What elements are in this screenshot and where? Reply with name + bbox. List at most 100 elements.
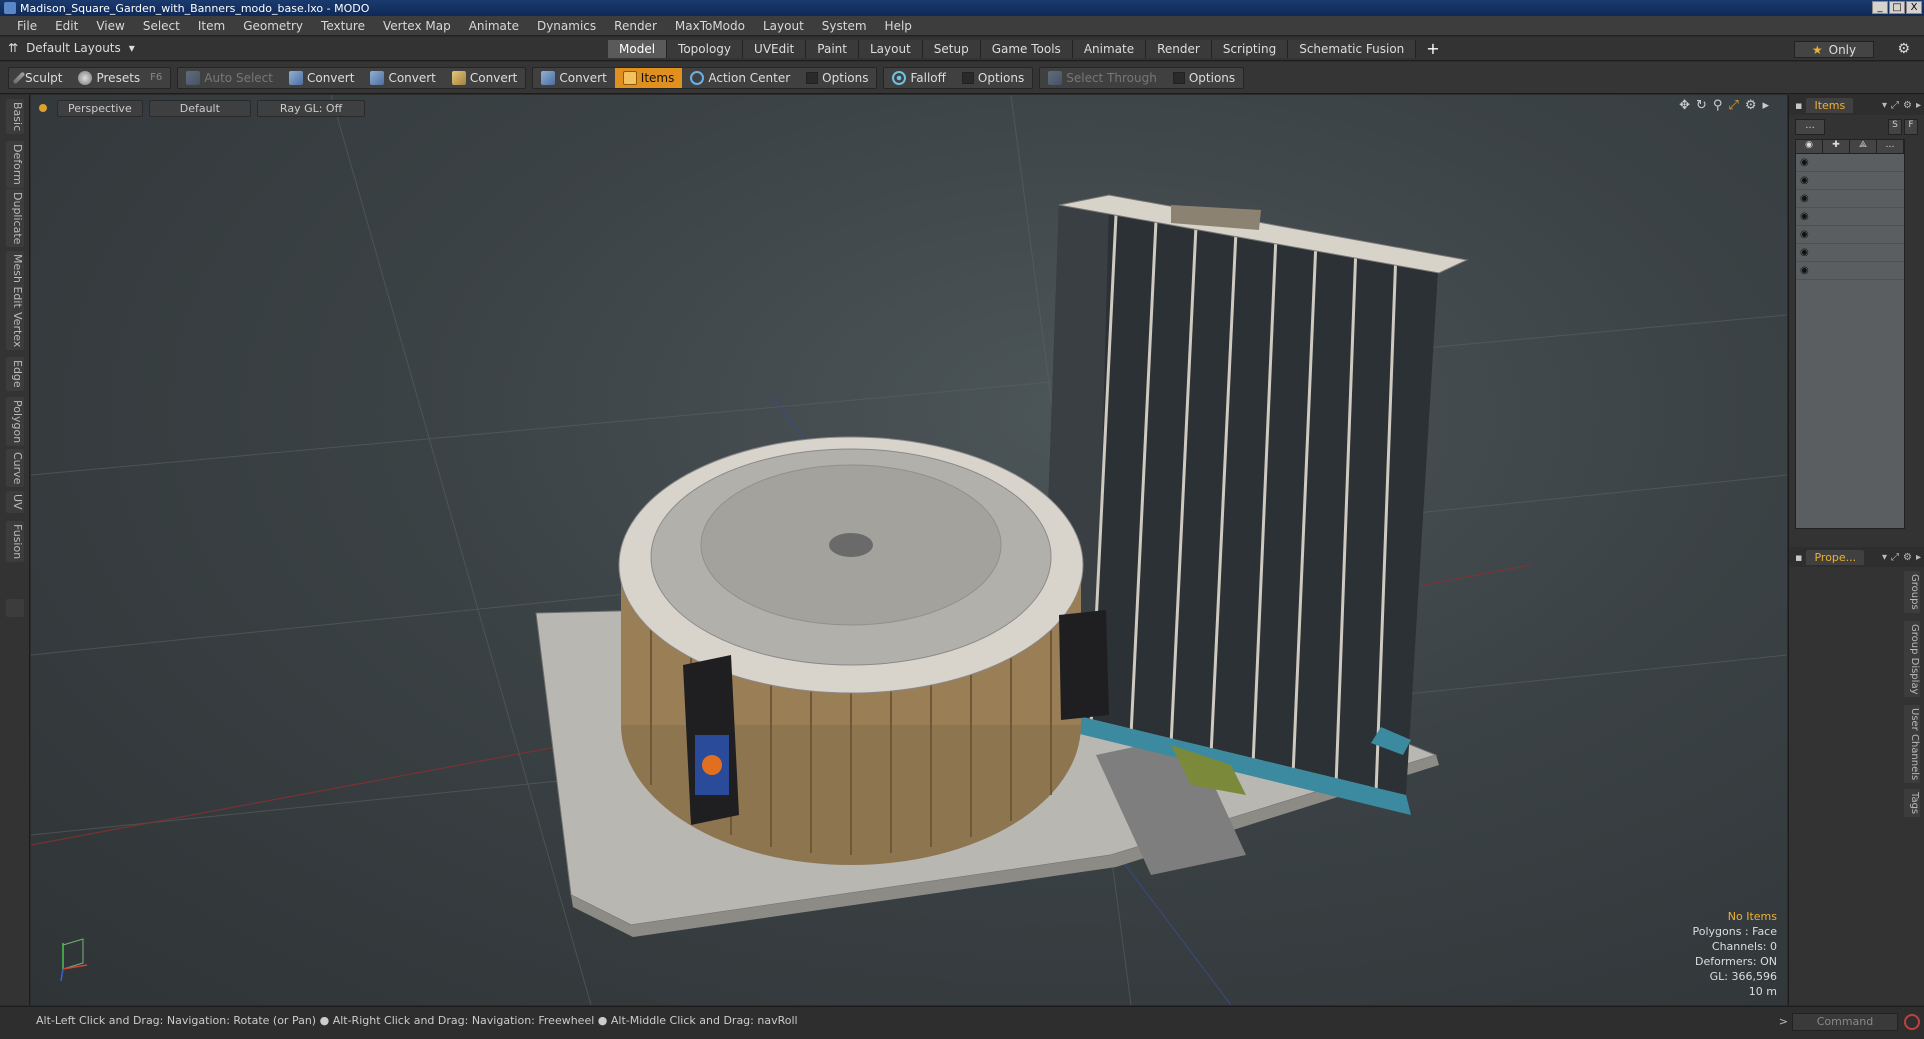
tab-polygon[interactable]: Polygon [6,397,24,447]
panel-menu-icon[interactable]: ▪ [1795,99,1802,112]
menu-select[interactable]: Select [134,19,189,33]
eye-icon[interactable]: ◉ [1800,211,1809,222]
list-item[interactable]: ◉ [1796,262,1904,280]
eye-icon[interactable]: ◉ [1800,193,1809,204]
tab-schematic-fusion[interactable]: Schematic Fusion [1288,40,1417,58]
list-item[interactable]: ◉ [1796,208,1904,226]
items-list[interactable]: ◉ ✚ ⟁ … ◉ ◉ ◉ ◉ ◉ ◉ ◉ [1795,139,1905,529]
falloff-options-button[interactable]: Options [954,68,1032,88]
more-columns-icon[interactable]: … [1877,140,1904,153]
list-item[interactable]: ◉ [1796,244,1904,262]
chevron-down-icon[interactable]: ▾ [1882,100,1887,111]
minimize-button[interactable]: _ [1872,1,1888,14]
sculpt-button[interactable]: Sculpt [9,68,70,88]
search-toggle[interactable]: S [1888,119,1902,135]
eye-icon[interactable]: ◉ [1800,157,1809,168]
auto-select-button[interactable]: Auto Select [178,68,281,88]
eye-icon[interactable]: ◉ [1800,247,1809,258]
panel-menu-icon[interactable]: ▪ [1795,551,1802,564]
menu-layout[interactable]: Layout [754,19,813,33]
menu-help[interactable]: Help [876,19,921,33]
action-center-options-button[interactable]: Options [798,68,876,88]
tab-render[interactable]: Render [1146,40,1212,58]
menu-edit[interactable]: Edit [46,19,87,33]
tab-deform[interactable]: Deform [6,141,24,188]
menu-vertex-map[interactable]: Vertex Map [374,19,460,33]
chevron-down-icon[interactable]: ▾ [1882,552,1887,563]
items-mode-button[interactable]: Items [614,67,683,88]
tab-model[interactable]: Model [608,40,668,58]
viewport-gear-icon[interactable]: ⚙ [1745,98,1757,113]
tab-scripting[interactable]: Scripting [1211,40,1289,58]
type-column-icon[interactable]: ⟁ [1850,140,1877,153]
rotate-icon[interactable]: ↻ [1696,98,1707,113]
tab-mesh-edit[interactable]: Mesh Edit [6,251,24,311]
tab-layout[interactable]: Layout [858,40,923,58]
menu-view[interactable]: View [87,19,133,33]
list-item[interactable]: ◉ [1796,154,1904,172]
panel-arrow-icon[interactable]: ▸ [1916,100,1921,111]
pan-icon[interactable]: ✥ [1679,98,1690,113]
falloff-button[interactable]: Falloff [884,68,953,88]
tab-user-channels[interactable]: User Channels [1904,705,1920,784]
zoom-icon[interactable]: ⚲ [1713,98,1723,113]
view-type-dropdown[interactable]: Perspective [57,99,143,117]
tab-animate[interactable]: Animate [1072,40,1147,58]
presets-button[interactable]: Presets F6 [70,68,170,88]
tab-group-display[interactable]: Group Display [1904,621,1920,698]
eye-icon[interactable]: ◉ [1800,229,1809,240]
panel-toggle[interactable] [6,599,24,617]
tab-basic[interactable]: Basic [6,99,24,135]
vertices-convert-button[interactable]: Convert [281,68,362,88]
menu-maxtomodo[interactable]: MaxToModo [666,19,754,33]
tab-curve[interactable]: Curve [6,449,24,488]
items-filter-dropdown[interactable]: ... [1795,119,1825,135]
panel-arrow-icon[interactable]: ▸ [1916,552,1921,563]
tab-topology[interactable]: Topology [667,40,744,58]
tab-fusion[interactable]: Fusion [6,521,24,563]
menu-texture[interactable]: Texture [312,19,374,33]
menu-animate[interactable]: Animate [460,19,528,33]
fit-icon[interactable]: ⤢ [1728,98,1738,113]
maximize-panel-icon[interactable]: ⤢ [1891,552,1899,563]
options-checkbox-1[interactable] [806,71,819,84]
edges-convert-button[interactable]: Convert [362,68,443,88]
only-toggle-button[interactable]: ★ Only [1794,41,1874,58]
tab-game-tools[interactable]: Game Tools [980,40,1073,58]
eye-column-icon[interactable]: ◉ [1796,140,1823,153]
command-history-arrow-icon[interactable]: > [1779,1015,1788,1028]
eye-icon[interactable]: ◉ [1800,265,1809,276]
close-button[interactable]: X [1906,1,1922,14]
tab-paint[interactable]: Paint [806,40,859,58]
maximize-button[interactable]: □ [1889,1,1905,14]
record-macro-icon[interactable] [1904,1014,1920,1030]
tab-tags[interactable]: Tags [1904,789,1920,818]
menu-dynamics[interactable]: Dynamics [528,19,605,33]
select-through-button[interactable]: Select Through [1040,68,1165,88]
viewport-menu-icon[interactable] [39,104,47,112]
raygl-toggle[interactable]: Ray GL: Off [256,99,366,117]
tab-uv[interactable]: UV [6,491,24,513]
menu-system[interactable]: System [813,19,876,33]
3d-viewport[interactable]: Perspective Default Ray GL: Off ✥ ↻ ⚲ ⤢ … [31,95,1787,1005]
maximize-panel-icon[interactable]: ⤢ [1891,100,1899,111]
options-checkbox-2[interactable] [961,71,974,84]
action-center-button[interactable]: Action Center [682,68,798,88]
layout-dropdown[interactable]: ⇈ Default Layouts ▾ [8,41,135,55]
add-tab-icon[interactable]: + [1416,40,1449,58]
tab-edge[interactable]: Edge [6,357,24,391]
list-item[interactable]: ◉ [1796,226,1904,244]
menu-item[interactable]: Item [189,19,234,33]
command-input[interactable]: Command [1792,1013,1898,1031]
filter-toggle[interactable]: F [1904,119,1918,135]
tab-uvedit[interactable]: UVEdit [743,40,807,58]
select-through-options-button[interactable]: Options [1165,68,1243,88]
eye-icon[interactable]: ◉ [1800,175,1809,186]
tab-duplicate[interactable]: Duplicate [6,189,24,248]
polygons-convert-button[interactable]: Convert [444,68,525,88]
tab-setup[interactable]: Setup [922,40,981,58]
menu-file[interactable]: File [8,19,46,33]
menu-geometry[interactable]: Geometry [234,19,312,33]
list-item[interactable]: ◉ [1796,172,1904,190]
tab-groups[interactable]: Groups [1904,571,1920,613]
